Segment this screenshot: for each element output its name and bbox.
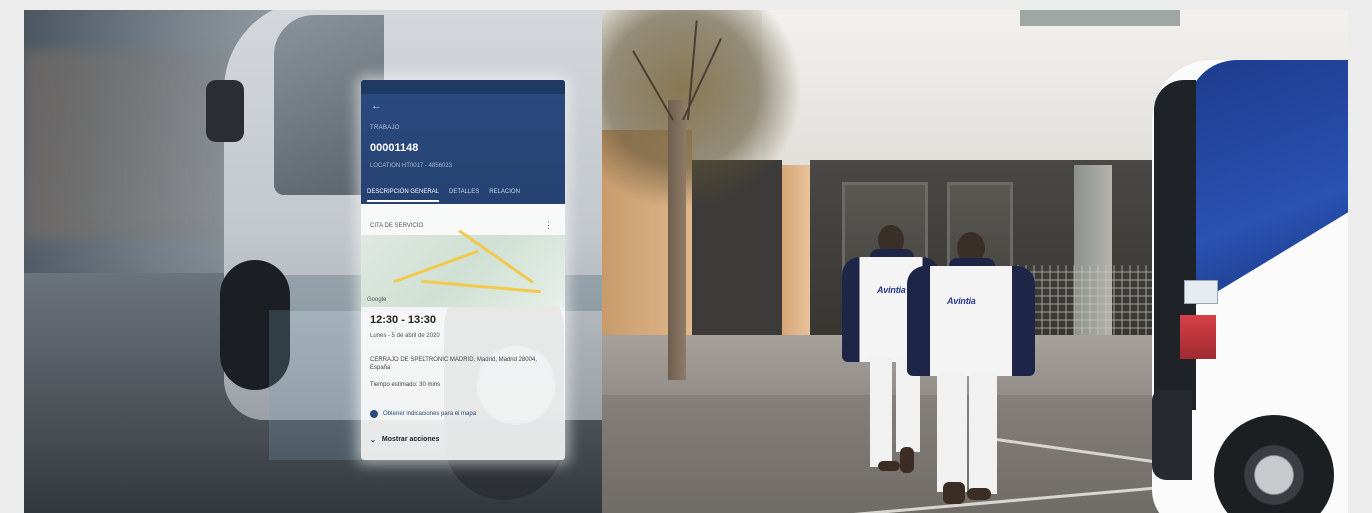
more-actions-label: Mostrar acciones xyxy=(381,436,440,443)
tab-related: RELACION xyxy=(489,189,520,195)
uniform-logo: Avintia xyxy=(877,285,906,295)
tree-trunk xyxy=(668,100,686,380)
status-bar xyxy=(361,80,565,94)
map-thumbnail: Google xyxy=(361,229,565,307)
location-pin-icon xyxy=(370,410,378,418)
job-subtitle: LOCATION HT0017 - 4856023 xyxy=(370,163,452,169)
building-canopy xyxy=(1020,10,1180,26)
job-number: 00001148 xyxy=(370,142,419,154)
tree-foliage xyxy=(602,10,802,210)
tab-details: DETALLES xyxy=(449,189,480,195)
van-sticker xyxy=(1184,280,1218,304)
tab-general: DESCRIPCIÓN GENERAL xyxy=(367,189,440,202)
worker-leg xyxy=(937,372,967,492)
worker-shoe xyxy=(878,461,900,471)
worker-shoe xyxy=(967,488,991,500)
map-road xyxy=(393,249,479,284)
more-vertical-icon: ⋮ xyxy=(544,220,553,230)
van-bumper xyxy=(1152,390,1192,480)
directions-link: Obtener indicaciones para el mapa xyxy=(370,410,476,418)
directions-link-label: Obtener indicaciones para el mapa xyxy=(383,411,477,417)
back-arrow-icon: ← xyxy=(371,100,382,112)
company-van-rear-edge xyxy=(1154,80,1196,410)
uniform-jacket xyxy=(907,266,1035,376)
appointment-time: 12:30 - 13:30 xyxy=(370,314,437,326)
metal-fence xyxy=(1017,265,1167,345)
uniform-logo: Avintia xyxy=(947,296,976,306)
app-header: ← TRABAJO 00001148 LOCATION HT0017 - 485… xyxy=(361,80,565,204)
appointment-address: CERRAJO DE SPELTRONIC MADRID, Madrid, Ma… xyxy=(370,357,537,371)
map-watermark: Google xyxy=(367,297,387,303)
chevron-down-icon: ⌄ xyxy=(370,437,376,444)
technicians-walking-photo: Avintia Avintia xyxy=(602,10,1348,513)
section-label: CITA DE SERVICIO xyxy=(370,223,424,229)
worker-shoe xyxy=(900,447,914,473)
map-road xyxy=(421,279,541,294)
worker-leg xyxy=(870,357,892,467)
appointment-duration: Tiempo estimado: 30 mins xyxy=(370,382,441,388)
translucent-card-overlay xyxy=(269,310,363,460)
van-side-mirror xyxy=(206,80,244,142)
app-tabs: DESCRIPCIÓN GENERAL DETALLES RELACION xyxy=(361,180,565,204)
appointment-date: Lunes - 5 de abril de 2020 xyxy=(370,333,440,339)
mobile-app-screen-overlay: ← TRABAJO 00001148 LOCATION HT0017 - 485… xyxy=(361,80,565,460)
worker-leg xyxy=(969,372,997,494)
worker-shoe xyxy=(943,482,965,504)
more-actions-row: ⌄ Mostrar acciones xyxy=(370,436,439,444)
map-road xyxy=(458,229,534,284)
van-tail-light xyxy=(1180,315,1216,359)
van-speed-photo: ← TRABAJO 00001148 LOCATION HT0017 - 485… xyxy=(24,10,602,513)
job-title-label: TRABAJO xyxy=(370,125,400,131)
